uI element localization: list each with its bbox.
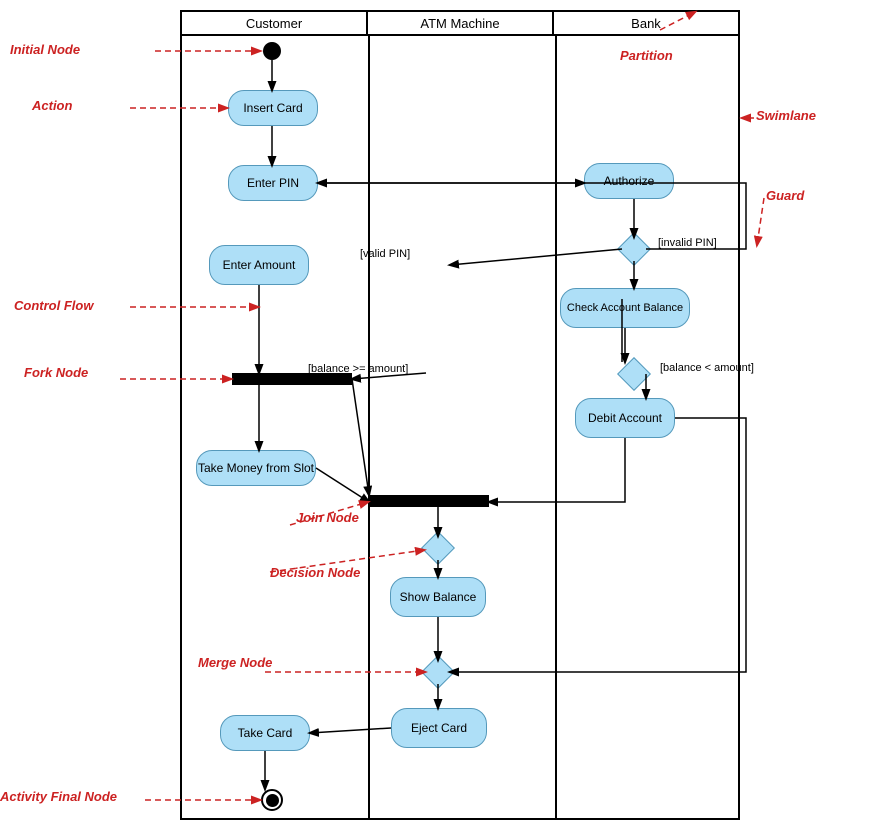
label-guard: Guard [766,188,804,203]
divider-2 [555,36,557,818]
join-bar [369,495,489,507]
label-control-flow: Control Flow [14,298,93,313]
header-bank: Bank [554,12,738,34]
show-balance-node: Show Balance [390,577,486,617]
divider-1 [368,36,370,818]
guard-invalid-pin: [invalid PIN] [658,237,717,249]
final-node [261,789,283,811]
diagram-container: Customer ATM Machine Bank Insert Card En… [0,0,884,831]
eject-card-node: Eject Card [391,708,487,748]
label-merge-node: Merge Node [198,655,272,670]
guard-balance-gte: [balance >= amount] [308,363,408,375]
guard-balance-lt: [balance < amount] [660,362,754,374]
label-activity-final: Activity Final Node [0,789,117,804]
take-card-node: Take Card [220,715,310,751]
header-atm: ATM Machine [368,12,554,34]
label-swimlane: Swimlane [756,108,816,123]
guard-valid-pin: [valid PIN] [360,248,410,260]
enter-pin-node: Enter PIN [228,165,318,201]
authorize-node: Authorize [584,163,674,199]
label-partition: Partition [620,48,673,63]
label-fork-node: Fork Node [24,365,88,380]
label-decision-node: Decision Node [270,565,360,580]
label-join-node: Join Node [296,510,359,525]
debit-account-node: Debit Account [575,398,675,438]
enter-amount-node: Enter Amount [209,245,309,285]
label-action: Action [32,98,72,113]
swimlane-header: Customer ATM Machine Bank [182,12,738,36]
initial-node [263,42,281,60]
take-money-node: Take Money from Slot [196,450,316,486]
header-customer: Customer [182,12,368,34]
check-balance-node: Check Account Balance [560,288,690,328]
insert-card-node: Insert Card [228,90,318,126]
final-node-inner [266,794,279,807]
label-initial-node: Initial Node [10,42,80,57]
